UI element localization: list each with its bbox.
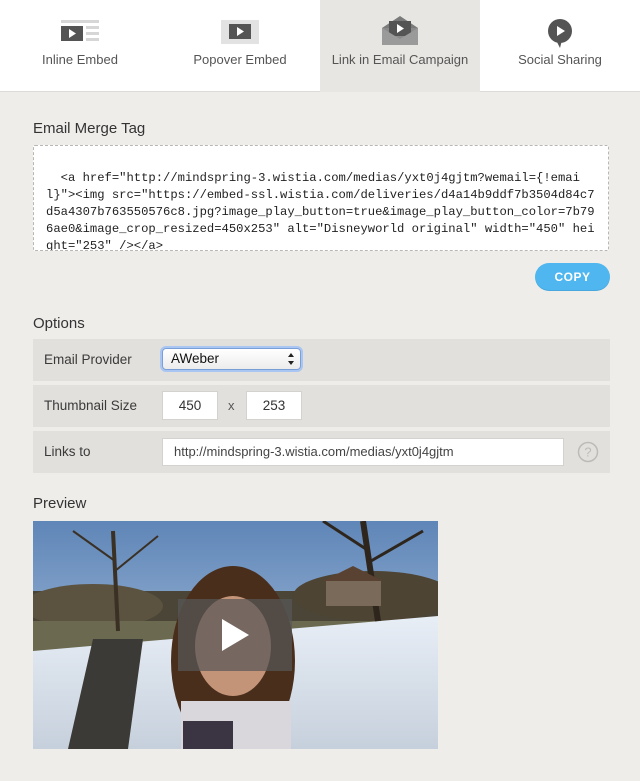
resize-grip-icon[interactable] [594, 236, 604, 246]
tab-label: Link in Email Campaign [331, 52, 469, 67]
popover-embed-icon [221, 20, 259, 49]
inline-embed-icon [61, 20, 99, 49]
thumbnail-size-label: Thumbnail Size [44, 398, 138, 413]
thumbnail-width-input[interactable]: 450 [162, 391, 218, 420]
play-button[interactable] [178, 599, 292, 671]
options-title: Options [33, 315, 85, 332]
email-provider-label: Email Provider [44, 352, 132, 367]
tab-inline-embed[interactable]: Inline Embed [0, 0, 160, 92]
tab-link-in-email-campaign[interactable]: Link in Email Campaign [320, 0, 480, 92]
play-icon [222, 619, 249, 651]
select-arrows-icon [288, 352, 294, 366]
thumbnail-height-input[interactable]: 253 [246, 391, 302, 420]
copy-button[interactable]: COPY [535, 263, 610, 291]
links-to-label: Links to [44, 444, 91, 459]
tab-label: Popover Embed [193, 52, 287, 67]
merge-tag-code[interactable]: <a href="http://mindspring-3.wistia.com/… [33, 145, 609, 251]
svg-text:?: ? [584, 445, 591, 460]
tab-label: Inline Embed [42, 52, 118, 67]
email-provider-row: Email Provider [33, 339, 610, 381]
help-icon[interactable]: ? [577, 441, 599, 468]
social-sharing-icon [545, 18, 575, 53]
tab-popover-embed[interactable]: Popover Embed [160, 0, 320, 92]
video-thumbnail[interactable] [33, 521, 438, 749]
merge-tag-code-text: <a href="http://mindspring-3.wistia.com/… [46, 171, 595, 251]
preview-title: Preview [33, 495, 87, 512]
tab-label: Social Sharing [518, 52, 602, 67]
email-campaign-icon [382, 16, 418, 51]
email-provider-select[interactable]: AWeber [162, 348, 301, 370]
merge-tag-title: Email Merge Tag [33, 120, 146, 137]
email-provider-value: AWeber [171, 351, 220, 366]
embed-tabs: Inline Embed Popover Embed Link in Email… [0, 0, 640, 92]
thumbnail-size-row: Thumbnail Size [33, 385, 610, 427]
tab-social-sharing[interactable]: Social Sharing [480, 0, 640, 92]
links-to-input[interactable]: http://mindspring-3.wistia.com/medias/yx… [162, 438, 564, 466]
thumbnail-size-separator: x [228, 398, 235, 413]
